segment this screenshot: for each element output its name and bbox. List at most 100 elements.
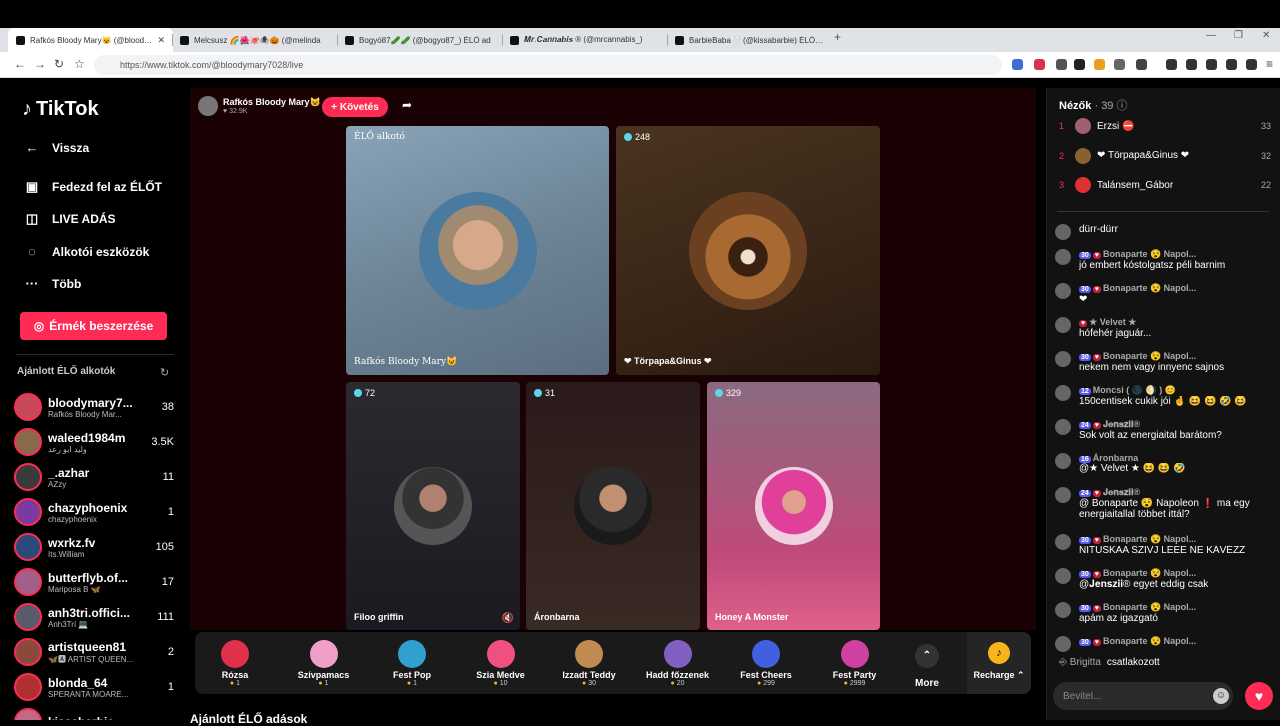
extension-icon[interactable] [1094,59,1105,70]
chat-message[interactable]: dürr-dürr [1055,224,1277,240]
host-avatar[interactable] [198,96,218,116]
host-likes: ♥ 32.9K [223,108,248,115]
gift-icon [575,640,603,668]
viewers-heading[interactable]: Nézők · 39 ⓘ [1059,97,1128,113]
chat-username: Áronbarna [1092,453,1139,463]
gift-item[interactable]: Szívpamacs1 [284,636,364,687]
maximize-icon[interactable]: ❐ [1234,30,1243,41]
top-viewer[interactable]: 3 Talánsem_Gábor 22 [1059,177,1271,193]
extension-icon[interactable] [1074,59,1085,70]
close-window-icon[interactable]: ✕ [1262,30,1270,41]
top-viewer[interactable]: 2 ❤ Törpapa&Ginus ❤ 32 [1059,147,1271,164]
refresh-icon[interactable]: ↻ [160,366,169,379]
video-tile-guest[interactable]: 329 Honey A Monster [707,382,880,630]
wallet-icon[interactable] [1206,59,1217,70]
suggested-creator[interactable]: _.azhar AZzy 11 [14,461,174,493]
chat-message[interactable]: 30 ♥ Bonaparte 😵 Napol... ❤ [1055,283,1277,305]
extension-icon[interactable] [1136,59,1147,70]
suggested-creator[interactable]: wxrkz.fv Its.William 105 [14,531,174,563]
media-icon[interactable] [1166,59,1177,70]
gift-item[interactable]: Hadd főzzenek20 [638,636,718,687]
chat-message[interactable]: 16 Áronbarna @★ Velvet ★ 😆 😆 🤣 [1055,453,1277,474]
minimize-icon[interactable]: — [1206,30,1216,41]
new-tab-icon[interactable]: + [834,30,841,44]
nav-label: Fedezd fel az ÉLŐT [52,180,163,194]
gift-item[interactable]: Fest Cheers299 [726,636,806,687]
chat-message[interactable]: ♥ ★ Velvet ★ hófehér jaguár... [1055,317,1277,339]
suggested-creator[interactable]: bloodymary7... Rafkós Bloody Mar... 38 [14,391,174,423]
participant-avatar [574,467,652,545]
video-tile-host[interactable]: ÉLŐ alkotó Rafkós Bloody Mary😺 [346,126,609,375]
chat-message[interactable]: 12 Moncsi ( 🌑 🌖 ) 😊 150centisek cukik jói … [1055,385,1277,407]
nav-explore-live[interactable]: ▣ Fedezd fel az ÉLŐT [24,179,162,195]
video-tile-guest[interactable]: 31 Áronbarna [526,382,700,630]
tab-4[interactable]: 𝑴𝒓.𝑪𝒂𝒏𝒏𝒂𝒃𝒊𝒔 ® (@mrcannabis_) [502,28,667,52]
creator-username: wxrkz.fv [48,535,96,550]
gift-item[interactable]: Fest Party2999 [815,636,895,687]
gift-item[interactable]: Szia Medve10 [461,636,541,687]
video-tile-guest[interactable]: 72 Filoo griffin 🔇 [346,382,520,630]
emoji-icon[interactable]: ☺ [1213,688,1229,704]
more-gifts-button[interactable]: ⌃ More [903,644,951,689]
tab-5[interactable]: BarbieBaba🤍 (@kissabarbie) ÉLŐ ad [667,28,832,52]
suggested-creator[interactable]: waleed1984m وليد ابو رعد 3.5K [14,426,174,458]
get-coins-button[interactable]: ◎ Érmék beszerzése [20,312,167,340]
vpn-icon[interactable] [1226,59,1237,70]
tiktok-logo[interactable]: ♪ TikTok [22,98,99,121]
nav-go-live[interactable]: ◫ LIVE ADÁS [24,211,116,227]
menu-icon[interactable]: ≡ [1266,57,1273,71]
close-tab-icon[interactable]: ✕ [157,35,165,46]
gift-item[interactable]: Rózsa1 [195,636,275,687]
forward-icon[interactable]: → [34,57,46,71]
suggested-creator[interactable]: artistqueen81 🦋🅰 ARTIST QUEEN... 2 [14,636,174,668]
extensions-puzzle-icon[interactable] [1114,59,1125,70]
follow-button[interactable]: + Követés [322,97,388,117]
bookmark-icon[interactable]: ☆ [74,57,85,71]
chat-input[interactable]: Bevitel... [1053,682,1233,710]
share-icon[interactable]: ➦ [402,98,412,112]
more-dots-icon: ··· [25,276,39,291]
creator-viewer-count: 1 [167,506,174,518]
tab-3[interactable]: Bogyó87🥒🥒 (@bogyo87_) ÉLŐ ad [337,28,502,52]
top-viewer[interactable]: 1 Erzsi ⛔ 33 [1059,118,1271,134]
gift-item[interactable]: Fest Pop1 [372,636,452,687]
url-input[interactable]: https://www.tiktok.com/@bloodymary7028/l… [94,55,1002,75]
nav-creator-tools[interactable]: ◌ Alkotói eszközök [24,244,149,259]
more-label: More [915,678,939,689]
chat-message[interactable]: 30 ♥ Bonaparte 😵 Napol... nekem nem vagy in… [1055,351,1277,373]
recharge-button[interactable]: ♪ Recharge ⌃ [967,632,1031,694]
chat-message[interactable]: 30 ♥ Bonaparte 😵 Napol... NITUSKAA SZIVJ LE… [1055,534,1277,556]
chat-message[interactable]: 24 ♥ 𝐉𝐞𝐧𝐬𝐳𝐢𝐢® @ Bonaparte 😵 Napoleon ❗ ma e… [1055,487,1277,520]
reload-icon[interactable]: ↻ [54,57,64,71]
tab-1[interactable]: Rafkós Bloody Mary😺 (@bloodymary7028) ✕ [8,28,173,52]
level-badge: 30 [1079,286,1091,293]
shield-icon[interactable] [1246,59,1257,70]
chat-message[interactable]: 30 ♥ Bonaparte 😵 Napol... [1055,636,1277,652]
chat-message[interactable]: 30 ♥ Bonaparte 😵 Napol... jó embert kóstolg… [1055,249,1277,271]
suggested-creator[interactable]: blonda_64 SPERANTA MOARE... 1 [14,671,174,703]
extension-icon[interactable] [1056,59,1067,70]
translate-extension-icon[interactable] [1012,59,1023,70]
host-info[interactable]: Rafkós Bloody Mary😺 ♥ 32.9K [198,96,321,116]
nav-more[interactable]: ··· Több [24,276,82,291]
gift-item[interactable]: Izzadt Teddy30 [549,636,629,687]
tiktok-favicon-icon [180,35,189,45]
creator-display-name: Its.William [48,549,85,559]
chat-message[interactable]: 24 ♥ 𝐉𝐞𝐧𝐬𝐳𝐢𝐢® Sok volt az energiaital barát… [1055,419,1277,441]
join-icon: ⎆ [1059,657,1067,668]
like-heart-button[interactable]: ♥ [1245,682,1273,710]
chat-header: 30 ♥ Bonaparte 😵 Napol... [1079,351,1277,362]
suggested-creator[interactable]: kissabarbie [14,706,174,720]
back-icon[interactable]: ← [14,57,26,71]
suggested-creator[interactable]: butterflyb.of... Mariposa B 🦋 17 [14,566,174,598]
video-tile-guest[interactable]: 248 ❤ Törpapa&Ginus ❤ [616,126,880,375]
back-link[interactable]: ← Vissza [24,140,90,155]
chat-message[interactable]: 30 ♥ Bonaparte 😵 Napol... apám az igazgató [1055,602,1277,624]
chat-header: ♥ ★ Velvet ★ [1079,317,1277,328]
suggested-creator[interactable]: chazyphoenix chazyphoenix 1 [14,496,174,528]
suggested-creator[interactable]: anh3tri.offici... Anh3Trí 💻 111 [14,601,174,633]
chat-message[interactable]: 30 ♥ Bonaparte 😵 Napol... @𝐉𝐞𝐧𝐬𝐳𝐢𝐢® egyet e… [1055,568,1277,590]
extension-icon[interactable] [1034,59,1045,70]
sidebar-icon[interactable] [1186,59,1197,70]
tab-2[interactable]: Melcsusz 🌈🌺🐙🕷🎃 (@melinda [172,28,337,52]
